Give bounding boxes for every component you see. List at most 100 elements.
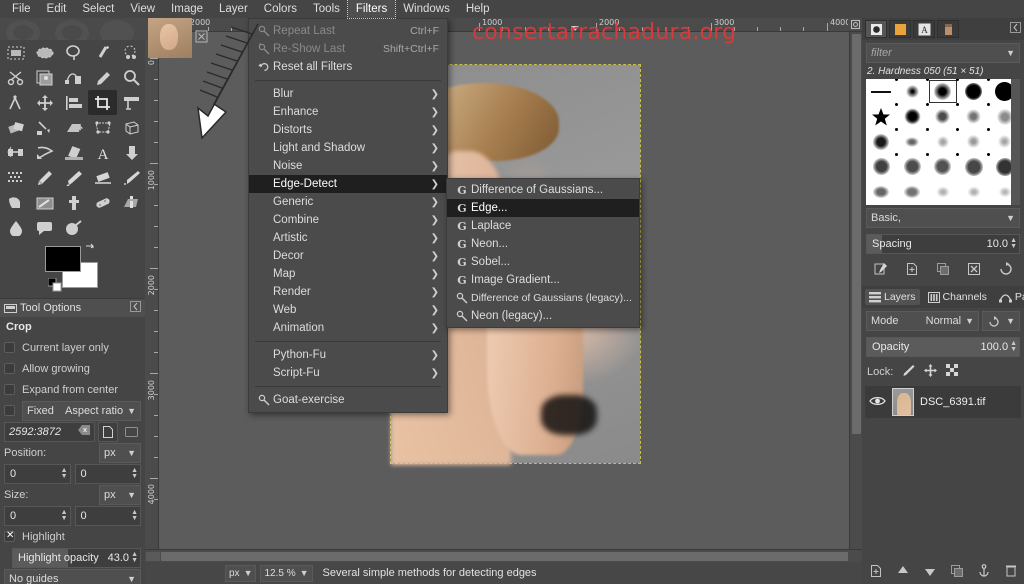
vertical-scrollbar[interactable]: [849, 32, 862, 549]
color-picker-tool[interactable]: [88, 65, 117, 90]
refresh-brushes-icon[interactable]: [998, 261, 1012, 279]
fonts-tab[interactable]: A: [913, 20, 935, 38]
option-current-layer-only[interactable]: Current layer only: [4, 337, 141, 358]
lock-position-icon[interactable]: [924, 364, 938, 380]
submenu-item-neon[interactable]: G Neon...: [447, 235, 639, 253]
blur-sharpen-tool[interactable]: [1, 215, 30, 240]
menu-view[interactable]: View: [122, 0, 163, 18]
menu-item-combine[interactable]: Combine ❯: [249, 211, 447, 229]
size-unit-combo[interactable]: px ▼: [99, 484, 141, 505]
reset-colors-icon[interactable]: [47, 277, 62, 295]
submenu-item-edge[interactable]: G Edge...: [447, 199, 639, 217]
mypaint-brush-tool[interactable]: [30, 190, 59, 215]
submenu-item-laplace[interactable]: G Laplace: [447, 217, 639, 235]
menu-item-artistic[interactable]: Artistic ❯: [249, 229, 447, 247]
brush-item[interactable]: [958, 103, 991, 129]
patterns-tab[interactable]: [889, 20, 911, 38]
menu-item-distorts[interactable]: Distorts ❯: [249, 121, 447, 139]
landscape-orientation-button[interactable]: [121, 422, 141, 442]
menu-item-blur[interactable]: Blur ❯: [249, 85, 447, 103]
stepper-icon[interactable]: ▲ ▼: [61, 509, 68, 522]
stepper-icon[interactable]: ▲ ▼: [131, 551, 138, 564]
brush-item[interactable]: [897, 153, 929, 179]
edit-brush-icon[interactable]: [874, 262, 888, 279]
brush-item[interactable]: [928, 128, 960, 154]
submenu-item-sobel[interactable]: G Sobel...: [447, 253, 639, 271]
option-expand-from-center[interactable]: Expand from center: [4, 379, 141, 400]
crop-tool[interactable]: [88, 90, 117, 115]
new-layer-icon[interactable]: [869, 564, 883, 581]
brush-grid[interactable]: [866, 79, 1020, 205]
zoom-tool[interactable]: [117, 65, 146, 90]
layer-row[interactable]: DSC_6391.tif: [865, 386, 1021, 418]
menu-tools[interactable]: Tools: [305, 0, 348, 18]
vertical-ruler[interactable]: 0 1000 2000 3000 4000: [145, 32, 159, 549]
position-unit-combo[interactable]: px ▼: [99, 442, 141, 463]
eraser-tool[interactable]: [88, 165, 117, 190]
duplicate-layer-icon[interactable]: [950, 564, 964, 581]
brush-item[interactable]: [897, 179, 928, 204]
position-x-input[interactable]: 0 ▲ ▼: [4, 463, 71, 484]
text-tool[interactable]: A: [88, 140, 117, 165]
lower-layer-icon[interactable]: [923, 564, 937, 581]
menu-item-python-fu[interactable]: Python-Fu ❯: [249, 346, 447, 364]
duplicate-brush-icon[interactable]: [936, 262, 950, 279]
zoom-image-window-button[interactable]: [848, 18, 862, 31]
menu-filters[interactable]: Filters: [346, 0, 397, 19]
foreground-color-swatch[interactable]: [45, 246, 81, 272]
menu-item-map[interactable]: Map ❯: [249, 265, 447, 283]
brushes-tab[interactable]: [865, 20, 887, 38]
cage-transform-tool[interactable]: [1, 140, 30, 165]
brush-item[interactable]: [866, 79, 898, 104]
brush-item[interactable]: [866, 128, 898, 154]
lock-alpha-icon[interactable]: [946, 364, 959, 380]
menu-help[interactable]: Help: [458, 0, 498, 18]
layer-visibility-icon[interactable]: [869, 395, 886, 410]
transform-tool[interactable]: [117, 90, 146, 115]
brush-item[interactable]: [897, 79, 929, 104]
submenu-item-difference-of-gaussians-legacy[interactable]: Difference of Gaussians (legacy)...: [447, 289, 639, 307]
layer-mode-combo[interactable]: Mode Normal ▼: [866, 311, 979, 331]
brush-item[interactable]: [958, 153, 991, 179]
menu-item-light-and-shadow[interactable]: Light and Shadow ❯: [249, 139, 447, 157]
brush-category-combo[interactable]: Basic, ▼: [866, 208, 1020, 228]
delete-layer-icon[interactable]: [1004, 564, 1018, 581]
menu-item-edge-detect[interactable]: Edge-Detect ❯: [249, 175, 447, 193]
delete-brush-icon[interactable]: [967, 262, 981, 279]
free-select-tool[interactable]: [59, 40, 88, 65]
option-allow-growing[interactable]: Allow growing: [4, 358, 141, 379]
tab-paths[interactable]: Paths: [995, 289, 1024, 305]
fixed-aspect-combo[interactable]: Fixed Aspect ratio ▼: [22, 400, 141, 421]
filters-menu[interactable]: Repeat Last Ctrl+F Re-Show Last Shift+Ct…: [248, 18, 448, 413]
scissors-select-tool[interactable]: [1, 65, 30, 90]
flip-tool[interactable]: [88, 115, 117, 140]
handle-transform-tool[interactable]: [30, 115, 59, 140]
menu-item-render[interactable]: Render ❯: [249, 283, 447, 301]
horizontal-scrollbar[interactable]: [145, 549, 862, 562]
brush-item[interactable]: [958, 179, 989, 204]
brush-item[interactable]: [897, 103, 929, 129]
size-height-input[interactable]: 0 ▲ ▼: [74, 505, 141, 526]
new-brush-icon[interactable]: [905, 262, 919, 279]
highlight-checkbox[interactable]: [4, 530, 15, 542]
menu-item-animation[interactable]: Animation ❯: [249, 319, 447, 337]
brush-item[interactable]: [897, 128, 929, 154]
select-by-color-tool[interactable]: [117, 40, 146, 65]
rect-select-tool[interactable]: [1, 40, 30, 65]
image-thumbnail[interactable]: [148, 18, 192, 58]
submenu-item-difference-of-gaussians[interactable]: G Difference of Gaussians...: [447, 181, 639, 199]
menu-item-reset-all-filters[interactable]: Reset all Filters: [249, 58, 447, 76]
submenu-item-image-gradient[interactable]: G Image Gradient...: [447, 271, 639, 289]
heal-tool[interactable]: [88, 190, 117, 215]
document-history-tab[interactable]: [937, 20, 959, 38]
menu-edit[interactable]: Edit: [39, 0, 75, 18]
paintbrush-tool[interactable]: [59, 165, 88, 190]
position-y-input[interactable]: 0 ▲ ▼: [74, 463, 141, 484]
menu-item-goat-exercise[interactable]: Goat-exercise: [249, 391, 447, 409]
lock-pixels-icon[interactable]: [902, 364, 915, 380]
menu-layer[interactable]: Layer: [211, 0, 256, 18]
dodge-burn-tool[interactable]: [59, 215, 88, 240]
unified-transform-tool[interactable]: [1, 115, 30, 140]
brush-item[interactable]: [928, 103, 960, 129]
clone-tool[interactable]: [59, 190, 88, 215]
